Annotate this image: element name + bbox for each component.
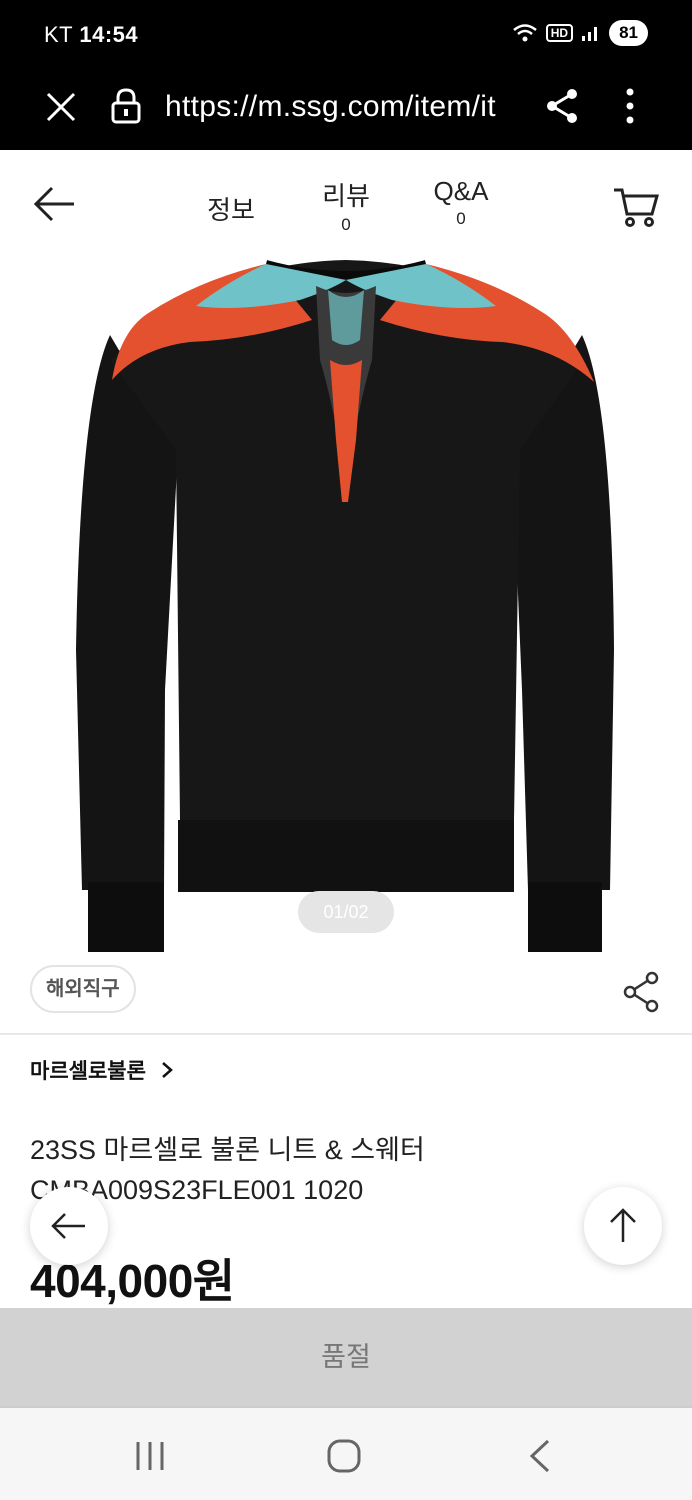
close-icon[interactable] [44,90,78,124]
back-arrow-icon [51,1213,85,1239]
share-icon[interactable] [542,86,582,126]
back-icon[interactable] [524,1438,554,1474]
more-options-icon[interactable] [618,86,642,126]
brand-link[interactable]: 마르셀로불론 [30,1055,174,1085]
tab-qa-label: Q&A [433,176,489,206]
wifi-icon [512,24,537,42]
carrier-name: KT [44,22,73,47]
battery-indicator: 81 [609,20,648,46]
image-page-indicator: 01/02 [298,891,394,933]
tab-qa[interactable]: Q&A 0 [420,176,502,229]
browser-toolbar: https://m.ssg.com/item/it [0,70,692,150]
brand-name: 마르셀로불론 [30,1060,146,1083]
system-nav-bar [0,1406,692,1500]
tab-review-count: 0 [341,215,351,234]
status-icons: HD 81 [512,20,648,46]
status-bar: KT 14:54 HD 81 [0,0,692,70]
overseas-direct-badge: 해외직구 [30,965,136,1013]
recent-apps-icon[interactable] [130,1438,170,1474]
hd-voice-icon: HD [545,24,574,42]
product-title: 23SS 마르셀로 불론 니트 & 스웨터 CMBA009S23FLE001 1… [30,1135,425,1205]
floating-back-button[interactable] [30,1187,108,1265]
tab-review[interactable]: 리뷰 0 [306,176,386,235]
status-carrier-time: KT 14:54 [44,22,138,48]
product-photo [76,260,614,952]
tab-review-label: 리뷰 [322,181,370,211]
home-icon[interactable] [326,1438,362,1474]
sold-out-button[interactable]: 품절 [0,1308,692,1406]
app-header: 정보 리뷰 0 Q&A 0 [0,150,692,250]
address-bar[interactable]: https://m.ssg.com/item/it [165,90,517,124]
tab-qa-count: 0 [456,209,466,228]
arrow-up-icon [610,1208,636,1242]
tab-info-label: 정보 [207,195,255,225]
share-icon[interactable] [620,970,664,1014]
cart-icon[interactable] [612,184,660,228]
lock-icon[interactable] [108,87,144,125]
product-image-gallery[interactable]: 01/02 [0,250,692,960]
back-arrow-icon[interactable] [30,184,78,224]
tab-info[interactable]: 정보 [196,190,266,227]
scroll-to-top-button[interactable] [584,1187,662,1265]
signal-icon [582,27,598,41]
divider [0,1033,692,1035]
clock: 14:54 [79,22,139,47]
chevron-right-icon [162,1062,173,1078]
